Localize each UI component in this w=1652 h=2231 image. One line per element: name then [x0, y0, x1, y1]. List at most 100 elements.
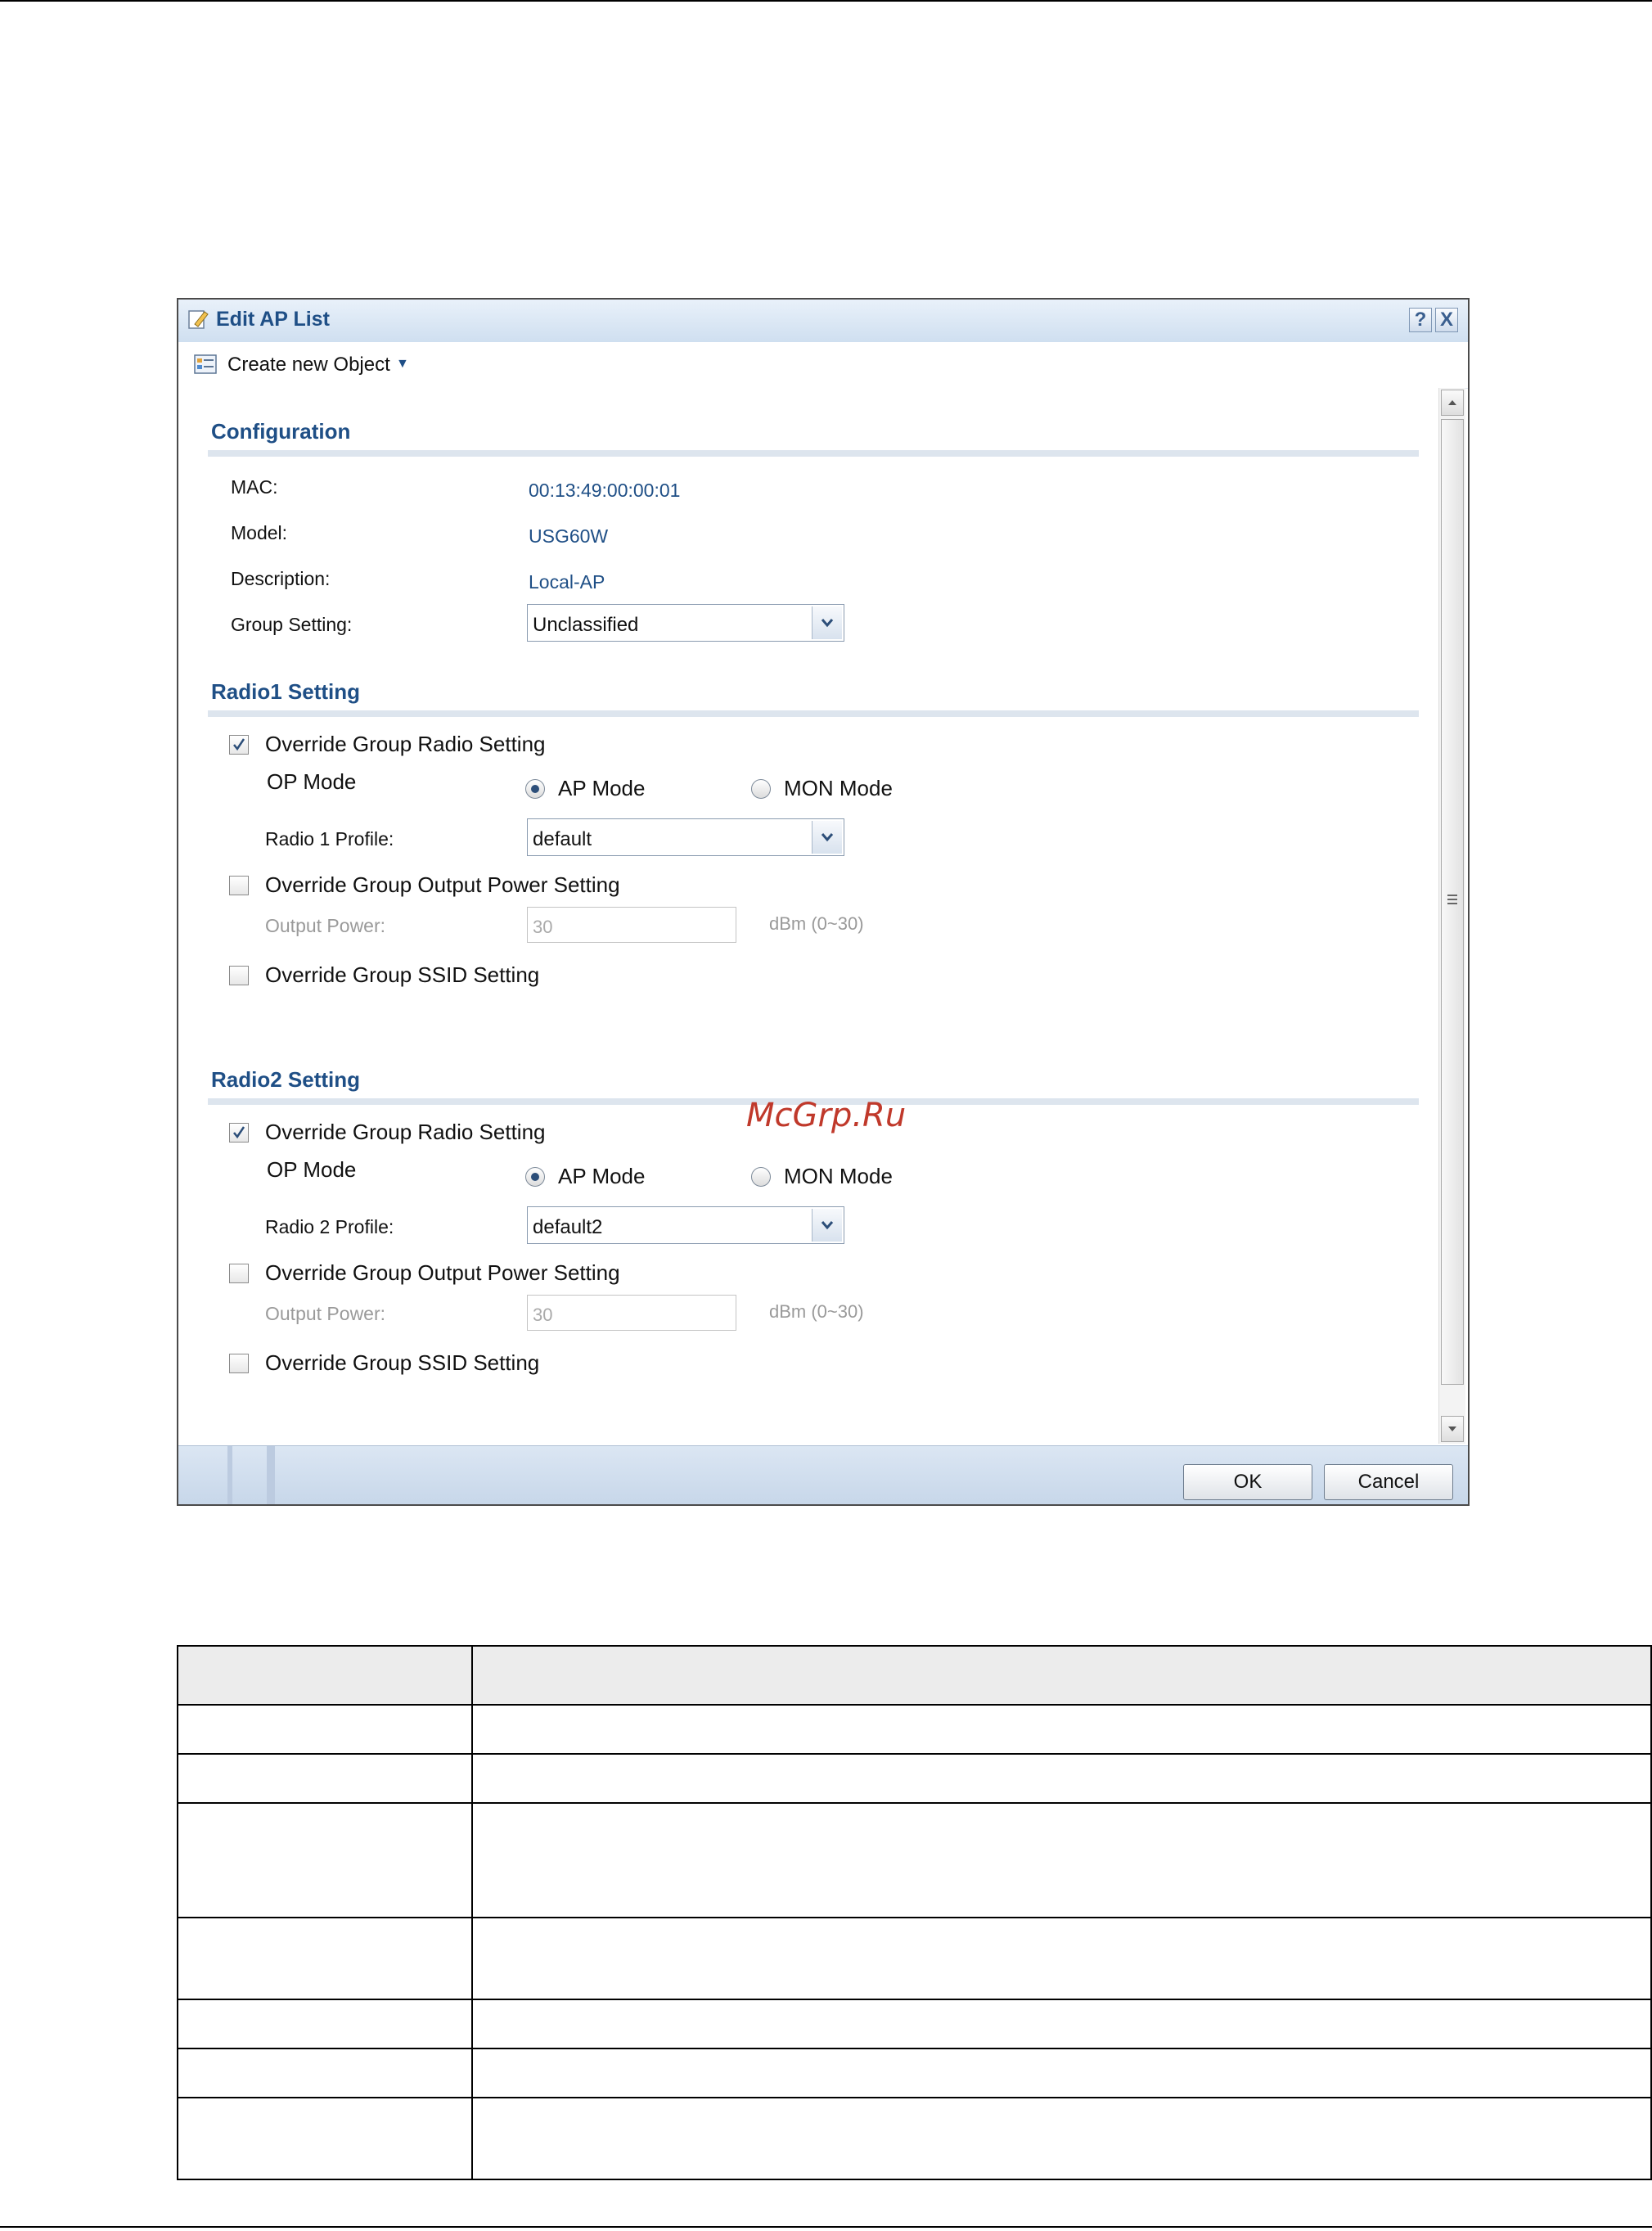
chevron-down-icon[interactable]: [812, 606, 842, 639]
scroll-down-button[interactable]: [1441, 1416, 1464, 1442]
cancel-button[interactable]: Cancel: [1324, 1464, 1453, 1500]
radio1-override-radio-label: Override Group Radio Setting: [265, 732, 546, 756]
ok-button[interactable]: OK: [1183, 1464, 1312, 1500]
group-setting-value: Unclassified: [533, 614, 639, 636]
close-button[interactable]: X: [1435, 308, 1458, 332]
dialog-footer: OK Cancel: [178, 1445, 1468, 1504]
radio2-override-power-label: Override Group Output Power Setting: [265, 1260, 620, 1285]
radio1-override-ssid-checkbox[interactable]: [229, 966, 249, 985]
dialog-titlebar: Edit AP List ? X: [178, 300, 1468, 343]
object-list-icon: [194, 354, 217, 374]
radio1-mon-mode-label: MON Mode: [784, 776, 893, 800]
checkmark-icon: [233, 1126, 245, 1139]
radio1-ap-mode-label: AP Mode: [558, 776, 646, 800]
model-label: Model:: [231, 522, 288, 543]
description-label: Description:: [231, 568, 331, 589]
footer-stripe: [227, 1446, 232, 1504]
table-row: [177, 1917, 1652, 2000]
group-setting-select[interactable]: Unclassified: [527, 604, 844, 642]
dialog-content: Configuration MAC: 00:13:49:00:00:01 Mod…: [178, 388, 1445, 1444]
radio2-profile-select[interactable]: default2: [527, 1206, 844, 1244]
radio2-section-title: Radio2 Setting: [211, 1067, 361, 1092]
table-cell: [177, 1999, 473, 2049]
radio2-override-radio-checkbox[interactable]: [229, 1123, 249, 1143]
radio1-profile-label: Radio 1 Profile:: [265, 828, 394, 850]
radio1-profile-value: default: [533, 828, 592, 850]
radio2-profile-value: default2: [533, 1216, 603, 1238]
close-icon: X: [1439, 309, 1453, 331]
radio1-divider: [208, 710, 1419, 717]
table-cell: [177, 1753, 473, 1804]
table-row: [177, 1753, 1652, 1804]
edit-ap-list-dialog: Edit AP List ? X Create new Object ▼ Con…: [177, 298, 1470, 1506]
radio1-ap-mode-radio[interactable]: [525, 779, 545, 799]
dialog-title: Edit AP List: [216, 308, 330, 331]
radio2-override-radio-label: Override Group Radio Setting: [265, 1120, 546, 1144]
arrow-down-icon: [1448, 1426, 1456, 1431]
radio1-profile-select[interactable]: default: [527, 818, 844, 856]
chevron-down-icon[interactable]: [812, 821, 842, 854]
table-cell: [177, 2048, 473, 2098]
help-button[interactable]: ?: [1409, 308, 1432, 332]
model-value: USG60W: [529, 525, 609, 547]
radio1-override-radio-checkbox[interactable]: [229, 735, 249, 755]
footer-stripe: [267, 1446, 275, 1504]
table-row: [177, 1704, 1652, 1755]
radio2-override-power-checkbox[interactable]: [229, 1264, 249, 1283]
radio1-section-title: Radio1 Setting: [211, 679, 361, 704]
radio2-ap-mode-radio[interactable]: [525, 1167, 545, 1187]
radio1-override-power-checkbox[interactable]: [229, 876, 249, 895]
table-cell: [177, 1917, 473, 2000]
configuration-divider: [208, 450, 1419, 457]
radio1-output-power-input[interactable]: 30: [527, 907, 736, 943]
radio1-output-power-value: 30: [533, 917, 553, 937]
top-rule: [0, 0, 1652, 2]
table-cell: [177, 2097, 473, 2180]
table-row: [177, 2048, 1652, 2098]
dialog-toolbar: Create new Object ▼: [178, 342, 1468, 389]
radio2-profile-label: Radio 2 Profile:: [265, 1216, 394, 1237]
group-setting-label: Group Setting:: [231, 614, 353, 635]
radio2-output-power-unit: dBm (0~30): [769, 1301, 864, 1322]
mac-value: 00:13:49:00:00:01: [529, 480, 681, 501]
table-cell: [471, 1802, 1652, 1918]
radio2-output-power-value: 30: [533, 1305, 553, 1325]
table-row: [177, 2097, 1652, 2180]
radio2-mon-mode-label: MON Mode: [784, 1164, 893, 1188]
radio2-op-mode-label: OP Mode: [267, 1157, 357, 1182]
description-table: [177, 1645, 1652, 2180]
radio2-mon-mode-radio[interactable]: [751, 1167, 771, 1187]
radio1-override-ssid-label: Override Group SSID Setting: [265, 962, 540, 987]
scroll-up-button[interactable]: [1441, 390, 1464, 416]
watermark: McGrp.Ru: [746, 1097, 907, 1134]
table-header-cell: [471, 1645, 1652, 1706]
table-header-cell: [177, 1645, 473, 1706]
radio2-override-ssid-label: Override Group SSID Setting: [265, 1350, 540, 1375]
scrollbar-thumb[interactable]: [1441, 419, 1464, 1385]
radio1-output-power-unit: dBm (0~30): [769, 913, 864, 934]
create-new-object-menu[interactable]: Create new Object: [227, 354, 390, 376]
radio2-output-power-input[interactable]: 30: [527, 1295, 736, 1331]
grip-icon: [1447, 895, 1457, 907]
table-cell: [471, 1917, 1652, 2000]
radio1-mon-mode-radio[interactable]: [751, 779, 771, 799]
radio1-op-mode-label: OP Mode: [267, 769, 357, 794]
radio2-ap-mode-label: AP Mode: [558, 1164, 646, 1188]
configuration-section-title: Configuration: [211, 419, 351, 444]
arrow-up-icon: [1448, 400, 1456, 405]
table-cell: [471, 1999, 1652, 2049]
radio2-override-ssid-checkbox[interactable]: [229, 1354, 249, 1373]
table-row: [177, 1999, 1652, 2049]
chevron-down-icon[interactable]: [812, 1209, 842, 1242]
radio1-output-power-label: Output Power:: [265, 915, 386, 936]
table-cell: [471, 1704, 1652, 1755]
table-cell: [471, 1753, 1652, 1804]
table-cell: [471, 2048, 1652, 2098]
radio2-output-power-label: Output Power:: [265, 1303, 386, 1324]
help-icon: ?: [1414, 309, 1427, 331]
vertical-scrollbar[interactable]: [1438, 388, 1465, 1444]
table-cell: [177, 1802, 473, 1918]
checkmark-icon: [233, 738, 245, 751]
description-value: Local-AP: [529, 571, 605, 593]
caret-down-icon[interactable]: ▼: [396, 357, 409, 372]
